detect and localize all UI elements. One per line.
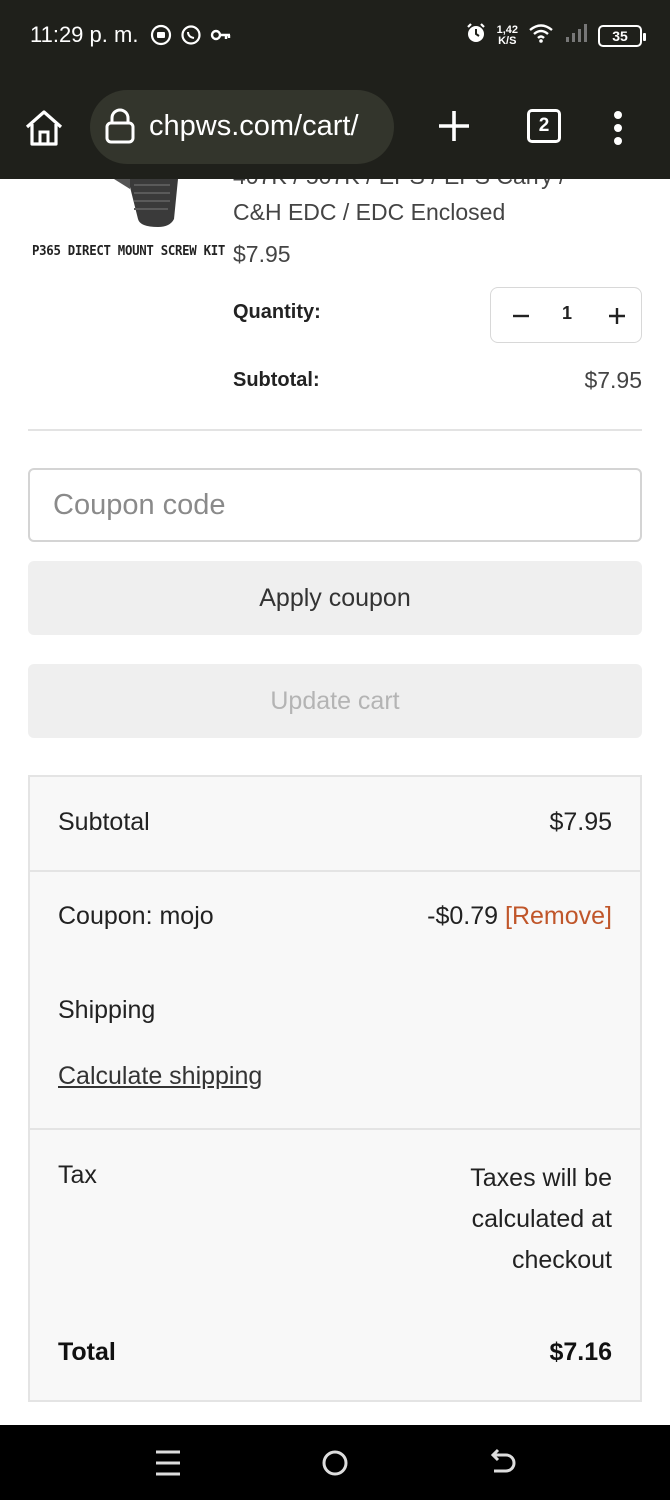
product-price: $7.95 xyxy=(233,241,291,267)
wifi-icon xyxy=(528,22,554,49)
coupon-code-input[interactable] xyxy=(28,468,642,542)
menu-lines-icon xyxy=(156,1450,180,1476)
cart-totals: Subtotal $7.95 Coupon: mojo -$0.79 [Remo… xyxy=(28,775,642,1402)
shipping-label: Shipping xyxy=(58,996,156,1024)
signal-icon xyxy=(564,22,588,49)
quantity-stepper: 1 xyxy=(490,287,642,343)
calculate-shipping-link[interactable]: Calculate shipping xyxy=(58,1062,262,1091)
more-vert-icon xyxy=(614,111,622,145)
totals-subtotal-row: Subtotal $7.95 xyxy=(30,777,640,872)
alarm-icon xyxy=(465,22,487,49)
net-speed: 1,42 K/S xyxy=(496,23,518,47)
net-speed-value: 1,42 xyxy=(496,23,518,36)
quantity-input[interactable]: 1 xyxy=(547,303,587,324)
tax-note: Taxes will be calculated at checkout xyxy=(470,1164,612,1274)
product-title[interactable]: C&H EDC / EDC Enclosed xyxy=(233,199,505,226)
address-bar[interactable]: chpws.com/cart/ xyxy=(90,90,394,164)
new-tab-button[interactable] xyxy=(434,106,474,146)
minus-icon xyxy=(513,314,529,318)
system-nav-bar xyxy=(0,1425,670,1500)
system-icons: 1,42 K/S 35 xyxy=(465,22,646,49)
divider xyxy=(28,429,642,431)
home-nav-button[interactable] xyxy=(315,1445,355,1481)
whatsapp-icon xyxy=(180,24,202,46)
apply-coupon-button[interactable]: Apply coupon xyxy=(28,561,642,635)
remove-coupon-link[interactable]: [Remove] xyxy=(505,902,612,930)
order-total-value: $7.16 xyxy=(549,1338,612,1366)
url-text: chpws.com/cart/ xyxy=(149,110,359,142)
battery-indicator: 35 xyxy=(598,24,646,47)
totals-subtotal-label: Subtotal xyxy=(58,808,150,836)
quantity-increase-button[interactable] xyxy=(597,296,637,336)
home-icon xyxy=(25,110,63,146)
status-time: 11:29 p. m. xyxy=(30,22,139,47)
status-bar: 11:29 p. m. 1,42 K/S 35 xyxy=(0,0,670,75)
product-title-clipped: 407K / 507K / EPS / EPS Carry / xyxy=(233,179,643,193)
line-subtotal-label: Subtotal: xyxy=(233,369,320,391)
back-button[interactable] xyxy=(482,1445,522,1481)
coupon-discount-value: -$0.79 xyxy=(427,902,499,930)
browser-toolbar: chpws.com/cart/ 2 xyxy=(0,88,670,168)
totals-subtotal-value: $7.95 xyxy=(549,808,612,836)
key-icon xyxy=(210,24,232,46)
coupon-applied-label: Coupon: mojo xyxy=(58,902,214,930)
browser-chrome: 11:29 p. m. 1,42 K/S 35 chpws.com/cart/ … xyxy=(0,0,670,179)
totals-tax-row: Tax Taxes will be calculated at checkout… xyxy=(30,1130,640,1400)
quantity-decrease-button[interactable] xyxy=(501,296,541,336)
line-subtotal-value: $7.95 xyxy=(584,367,642,393)
back-arrow-icon xyxy=(490,1448,516,1473)
quantity-label: Quantity: xyxy=(233,301,321,323)
recents-button[interactable] xyxy=(148,1445,188,1481)
plus-icon xyxy=(609,308,625,324)
order-total-label: Total xyxy=(58,1338,116,1366)
circle-icon xyxy=(322,1450,348,1476)
media-icon xyxy=(150,24,172,46)
notification-icons xyxy=(150,24,232,46)
totals-coupon-row: Coupon: mojo -$0.79 [Remove] Shipping Ca… xyxy=(30,872,640,1130)
coupon-discount: -$0.79 [Remove] xyxy=(427,902,612,931)
update-cart-button[interactable]: Update cart xyxy=(28,664,642,738)
net-speed-unit: K/S xyxy=(498,34,517,47)
lock-icon xyxy=(104,108,136,144)
home-button[interactable] xyxy=(22,106,66,150)
tab-switcher-button[interactable]: 2 xyxy=(527,109,561,143)
plus-icon xyxy=(439,111,469,141)
product-image[interactable] xyxy=(100,179,180,229)
more-menu-button[interactable] xyxy=(608,108,628,148)
product-image-caption: P365 DIRECT MOUNT SCREW KIT xyxy=(32,244,226,259)
product-title-partial[interactable]: 407K / 507K / EPS / EPS Carry / xyxy=(233,179,565,190)
tax-label: Tax xyxy=(58,1161,97,1189)
